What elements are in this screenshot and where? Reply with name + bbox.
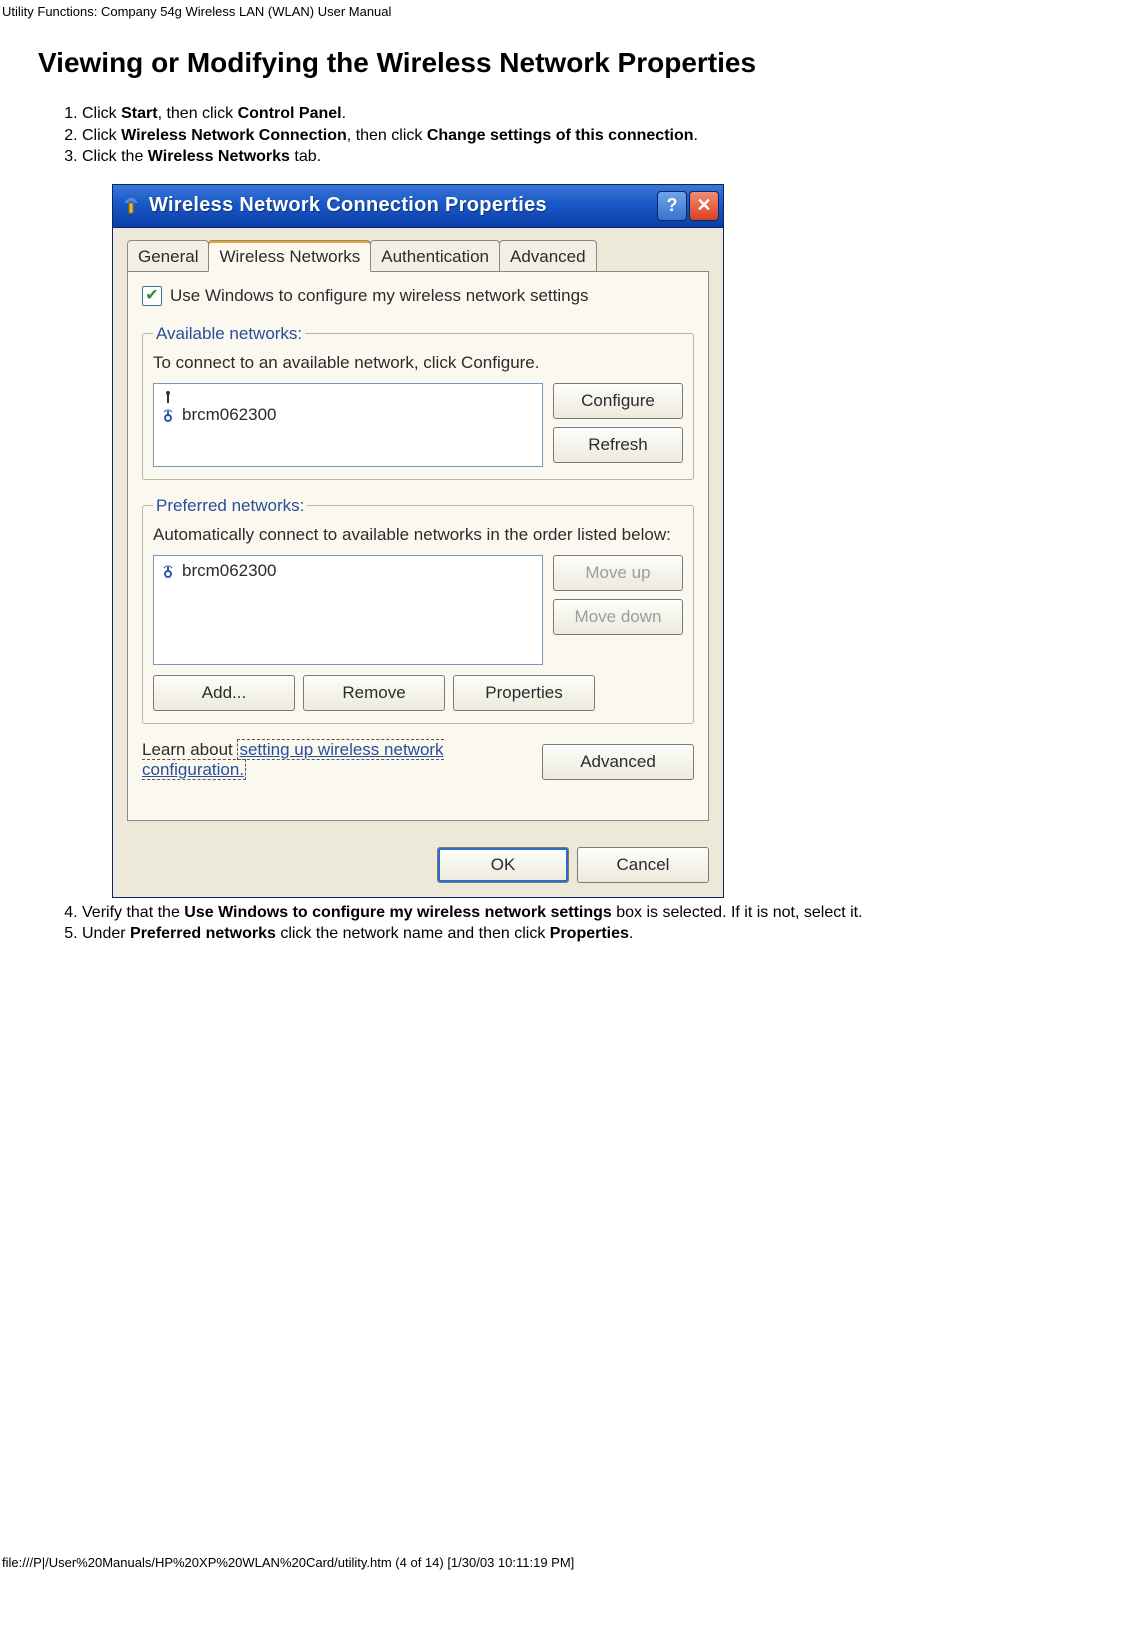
titlebar[interactable]: Wireless Network Connection Properties ?… bbox=[113, 185, 723, 228]
step-text: , then click bbox=[347, 127, 427, 144]
add-button[interactable]: Add... bbox=[153, 675, 295, 711]
step-4: Verify that the Use Windows to configure… bbox=[82, 902, 1136, 924]
step-text: . bbox=[629, 925, 633, 942]
step-text: . bbox=[342, 105, 346, 122]
tab-authentication[interactable]: Authentication bbox=[370, 240, 500, 271]
step-bold: Wireless Networks bbox=[148, 148, 290, 165]
remove-button[interactable]: Remove bbox=[303, 675, 445, 711]
step-text: Click bbox=[82, 127, 121, 144]
cancel-button[interactable]: Cancel bbox=[577, 847, 709, 883]
xp-dialog: Wireless Network Connection Properties ?… bbox=[112, 184, 724, 898]
step-text: box is selected. If it is not, select it… bbox=[612, 904, 863, 921]
checkbox-label: Use Windows to configure my wireless net… bbox=[170, 286, 589, 306]
network-name: brcm062300 bbox=[182, 561, 277, 581]
available-networks-group: Available networks: To connect to an ava… bbox=[142, 324, 694, 480]
preferred-text: Automatically connect to available netwo… bbox=[153, 524, 683, 547]
list-item[interactable]: brcm062300 bbox=[160, 560, 536, 582]
learn-prefix: Learn about bbox=[142, 740, 237, 759]
available-text: To connect to an available network, clic… bbox=[153, 352, 683, 375]
list-item[interactable]: brcm062300 bbox=[160, 404, 536, 426]
tab-row: General Wireless Networks Authentication… bbox=[127, 240, 709, 272]
step-bold: Start bbox=[121, 105, 157, 122]
use-windows-checkbox[interactable]: ✔ bbox=[142, 286, 162, 306]
section-title: Viewing or Modifying the Wireless Networ… bbox=[38, 47, 1136, 79]
infrastructure-icon bbox=[160, 389, 176, 403]
step-3: Click the Wireless Networks tab. bbox=[82, 146, 1136, 168]
step-bold: Use Windows to configure my wireless net… bbox=[184, 904, 612, 921]
step-text: Verify that the bbox=[82, 904, 184, 921]
step-text: Under bbox=[82, 925, 130, 942]
step-bold: Wireless Network Connection bbox=[121, 127, 347, 144]
configure-button[interactable]: Configure bbox=[553, 383, 683, 419]
preferred-networks-group: Preferred networks: Automatically connec… bbox=[142, 496, 694, 724]
move-down-button[interactable]: Move down bbox=[553, 599, 683, 635]
advanced-button[interactable]: Advanced bbox=[542, 744, 694, 780]
learn-text: Learn about setting up wireless network … bbox=[142, 740, 502, 780]
checkmark-icon: ✔ bbox=[145, 288, 158, 304]
step-text: Click the bbox=[82, 148, 148, 165]
steps-list: Click Start, then click Control Panel. C… bbox=[82, 103, 1136, 168]
network-icon bbox=[160, 564, 176, 578]
preferred-listbox[interactable]: brcm062300 bbox=[153, 555, 543, 665]
step-bold: Preferred networks bbox=[130, 925, 276, 942]
help-button[interactable]: ? bbox=[657, 191, 687, 221]
list-item[interactable] bbox=[160, 388, 536, 404]
ok-button[interactable]: OK bbox=[437, 847, 569, 883]
preferred-legend: Preferred networks: bbox=[153, 496, 307, 516]
step-text: tab. bbox=[290, 148, 321, 165]
page-header-text: Utility Functions: Company 54g Wireless … bbox=[0, 0, 1136, 19]
network-icon bbox=[160, 408, 176, 422]
network-name: brcm062300 bbox=[182, 405, 277, 425]
refresh-button[interactable]: Refresh bbox=[553, 427, 683, 463]
available-legend: Available networks: bbox=[153, 324, 305, 344]
step-text: . bbox=[694, 127, 698, 144]
close-button[interactable]: ✕ bbox=[689, 191, 719, 221]
tab-panel: ✔ Use Windows to configure my wireless n… bbox=[127, 272, 709, 821]
tab-general[interactable]: General bbox=[127, 240, 209, 271]
tab-advanced[interactable]: Advanced bbox=[499, 240, 597, 271]
step-5: Under Preferred networks click the netwo… bbox=[82, 923, 1136, 945]
step-bold: Control Panel bbox=[238, 105, 342, 122]
step-bold: Properties bbox=[550, 925, 629, 942]
step-2: Click Wireless Network Connection, then … bbox=[82, 125, 1136, 147]
tab-wireless-networks[interactable]: Wireless Networks bbox=[208, 240, 371, 272]
step-1: Click Start, then click Control Panel. bbox=[82, 103, 1136, 125]
move-up-button[interactable]: Move up bbox=[553, 555, 683, 591]
step-text: , then click bbox=[158, 105, 238, 122]
page-footer-text: file:///P|/User%20Manuals/HP%20XP%20WLAN… bbox=[0, 945, 1136, 1578]
properties-button[interactable]: Properties bbox=[453, 675, 595, 711]
step-text: Click bbox=[82, 105, 121, 122]
steps-list-continued: Verify that the Use Windows to configure… bbox=[82, 902, 1136, 945]
step-text: click the network name and then click bbox=[276, 925, 550, 942]
wireless-icon bbox=[121, 196, 141, 216]
dialog-title: Wireless Network Connection Properties bbox=[149, 194, 657, 217]
available-listbox[interactable]: brcm062300 bbox=[153, 383, 543, 467]
step-bold: Change settings of this connection bbox=[427, 127, 694, 144]
